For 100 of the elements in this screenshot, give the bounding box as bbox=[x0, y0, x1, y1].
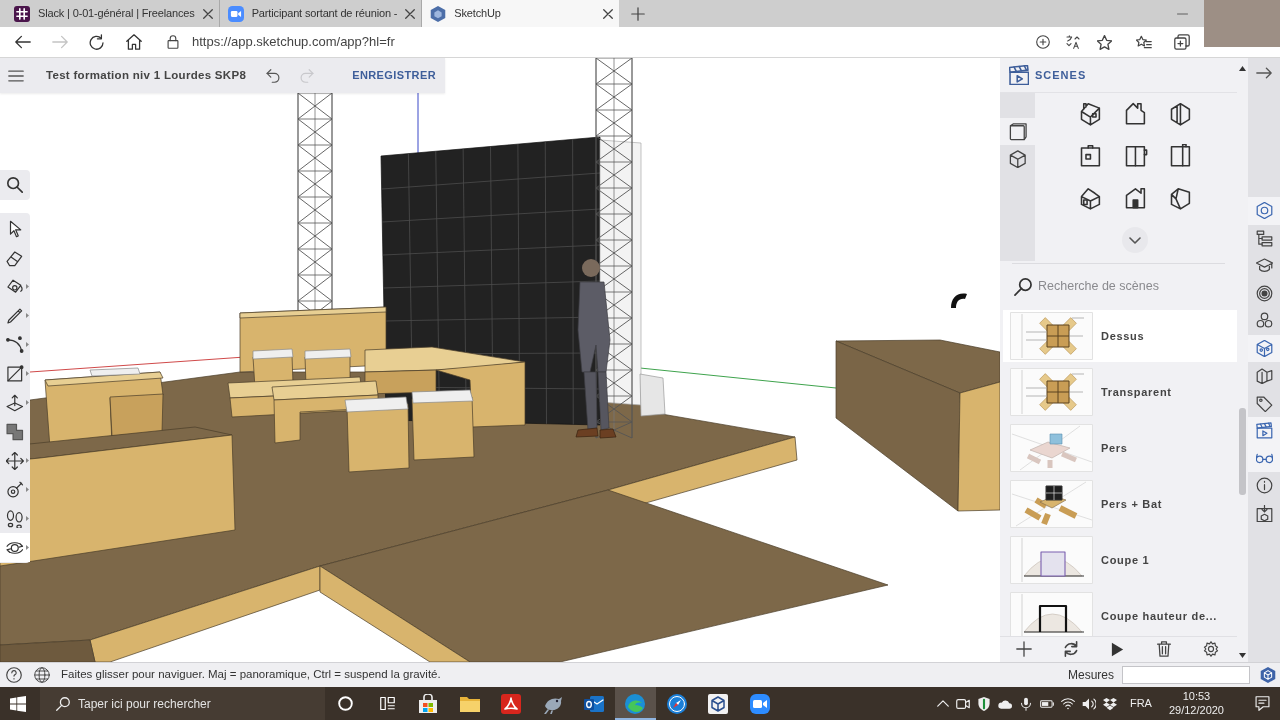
notification-icon[interactable] bbox=[1255, 696, 1270, 711]
camera-icon[interactable] bbox=[955, 696, 970, 711]
close-icon[interactable] bbox=[202, 8, 213, 19]
star-icon[interactable] bbox=[1097, 34, 1112, 50]
panel-tab[interactable] bbox=[1248, 334, 1280, 362]
submenu-marker-icon bbox=[26, 545, 29, 550]
house-icon[interactable] bbox=[1078, 102, 1103, 126]
cube-seat bbox=[411, 389, 475, 461]
reload-icon[interactable] bbox=[89, 34, 105, 50]
info-icon bbox=[1255, 477, 1273, 495]
search-box[interactable]: Taper ici pour rechercher bbox=[40, 687, 325, 720]
house-plan-icon[interactable] bbox=[1123, 144, 1148, 168]
outline-tree-icon bbox=[1255, 229, 1273, 247]
speaker-icon[interactable] bbox=[1081, 696, 1096, 711]
taskbar-app[interactable] bbox=[614, 687, 657, 720]
move-icon bbox=[6, 451, 24, 470]
cube-icon bbox=[1255, 339, 1273, 357]
add-circle-icon[interactable] bbox=[1036, 35, 1050, 49]
settings-icon[interactable] bbox=[1203, 641, 1219, 657]
wifi-icon[interactable] bbox=[1060, 696, 1075, 711]
home-icon[interactable] bbox=[126, 34, 142, 50]
translate-icon[interactable] bbox=[1066, 35, 1080, 49]
rectangle-icon bbox=[6, 364, 24, 383]
shopping-bag-icon bbox=[418, 693, 439, 714]
trash-icon[interactable] bbox=[1156, 641, 1172, 657]
submenu-marker-icon bbox=[26, 342, 29, 347]
cube-icon bbox=[1008, 149, 1027, 168]
circles-icon bbox=[1255, 312, 1273, 330]
menu-icon[interactable] bbox=[8, 69, 24, 82]
refresh-icon[interactable] bbox=[1063, 641, 1079, 657]
scene-item[interactable]: Coupe hauteur de... bbox=[1003, 590, 1237, 636]
shield-icon[interactable] bbox=[976, 696, 991, 711]
view-tab[interactable] bbox=[1000, 118, 1035, 145]
scene-item[interactable]: Transparent bbox=[1003, 366, 1237, 418]
search-field[interactable]: Recherche de scènes bbox=[1038, 277, 1168, 296]
star-list-icon[interactable] bbox=[1136, 34, 1152, 50]
search-button[interactable] bbox=[0, 170, 30, 200]
house-icon[interactable] bbox=[1123, 102, 1148, 126]
hexagon-icon bbox=[1255, 202, 1273, 220]
save-button[interactable]: ENREGISTRER bbox=[347, 63, 441, 88]
cube-logo-icon bbox=[708, 693, 729, 714]
clapperboard-icon bbox=[1255, 422, 1273, 440]
house-plan-icon[interactable] bbox=[1078, 144, 1103, 168]
graduation-cap-icon bbox=[1255, 257, 1273, 275]
browser-tab[interactable]: SketchUp bbox=[422, 0, 620, 27]
clock-time[interactable]: 10:53 bbox=[1182, 689, 1211, 704]
search-icon bbox=[56, 696, 70, 711]
chevron-up-icon[interactable] bbox=[936, 700, 949, 707]
pencil-icon bbox=[6, 306, 24, 325]
scene-item[interactable]: Dessus bbox=[1003, 310, 1237, 362]
house-icon[interactable] bbox=[1078, 186, 1103, 210]
scene-item[interactable]: Coupe 1 bbox=[1003, 534, 1237, 586]
address-field[interactable]: https://app.sketchup.com/app?hl=fr bbox=[159, 28, 1126, 56]
back-icon[interactable] bbox=[15, 34, 31, 50]
undo-icon[interactable] bbox=[266, 68, 281, 83]
clock-date[interactable]: 29/12/2020 bbox=[1168, 703, 1224, 718]
scroll-up-icon[interactable] bbox=[1239, 66, 1246, 71]
video-camera-icon bbox=[749, 693, 770, 714]
scroll-down-icon[interactable] bbox=[1239, 653, 1246, 658]
submenu-marker-icon bbox=[26, 313, 29, 318]
search-icon bbox=[1014, 277, 1032, 296]
submenu-marker-icon bbox=[26, 487, 29, 492]
close-icon[interactable] bbox=[405, 8, 416, 19]
prism-icon[interactable] bbox=[1168, 102, 1193, 126]
panel-tab[interactable] bbox=[1248, 417, 1280, 445]
swoosh-logo-icon bbox=[501, 693, 522, 714]
status-message: Faites glisser pour naviguer. Maj = panoramique, Ctrl = suspend la gravité. bbox=[61, 667, 441, 683]
plus-icon[interactable] bbox=[631, 6, 646, 21]
submenu-marker-icon bbox=[26, 400, 29, 405]
globe-icon[interactable] bbox=[34, 667, 50, 683]
panel-tab[interactable] bbox=[1248, 197, 1280, 225]
panel-tab[interactable] bbox=[1248, 444, 1280, 472]
polyhedron-icon[interactable] bbox=[1168, 186, 1193, 210]
scene-item[interactable]: Pers bbox=[1003, 422, 1237, 474]
tool-button[interactable] bbox=[0, 533, 30, 562]
add-icon[interactable] bbox=[1016, 641, 1032, 657]
microphone-icon[interactable] bbox=[1018, 696, 1033, 711]
target-icon bbox=[1255, 284, 1273, 302]
cushion bbox=[89, 367, 141, 377]
search-field[interactable]: Taper ici pour rechercher bbox=[78, 694, 228, 713]
panel-title: SCENES bbox=[1035, 67, 1087, 83]
measurements-field[interactable] bbox=[1122, 666, 1250, 684]
diamonds-icon[interactable] bbox=[1102, 696, 1117, 711]
help-icon[interactable] bbox=[6, 667, 22, 683]
windows-logo-icon[interactable] bbox=[10, 695, 26, 712]
close-icon[interactable] bbox=[603, 8, 614, 19]
scrollbar-thumb[interactable] bbox=[1239, 408, 1246, 495]
arrow-right-icon[interactable] bbox=[1256, 67, 1272, 79]
square-icon bbox=[1008, 122, 1027, 141]
language-indicator[interactable]: FRA bbox=[1129, 695, 1152, 712]
clapperboard-icon bbox=[1009, 65, 1029, 85]
lock-icon bbox=[166, 35, 180, 49]
house-plan-icon[interactable] bbox=[1168, 144, 1193, 168]
expand-button[interactable] bbox=[1122, 227, 1148, 253]
search-icon bbox=[7, 177, 23, 193]
play-icon[interactable] bbox=[1110, 641, 1125, 657]
collections-icon[interactable] bbox=[1174, 34, 1190, 50]
house-icon[interactable] bbox=[1123, 186, 1148, 210]
mail-icon bbox=[584, 693, 605, 714]
scene-item[interactable]: Pers + Bat bbox=[1003, 478, 1237, 530]
